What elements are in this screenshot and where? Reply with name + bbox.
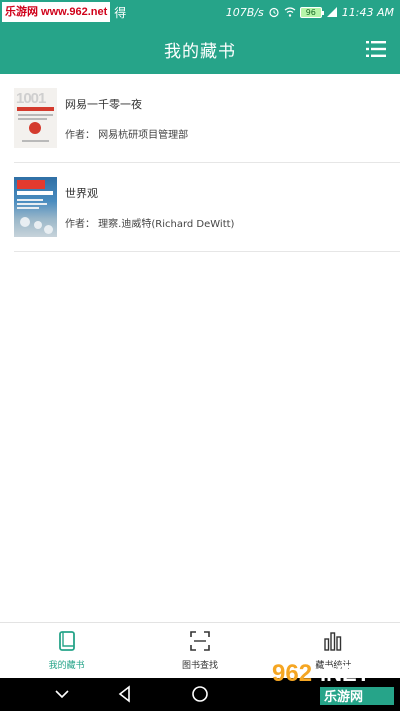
signal-icon xyxy=(326,7,337,17)
cover-band xyxy=(17,107,54,111)
cover-line xyxy=(17,207,39,209)
status-extra-text: 得 xyxy=(114,5,127,20)
book-cover xyxy=(14,177,57,237)
cover-line xyxy=(18,118,47,120)
book-info: 世界观 作者： 理察.迪威特(Richard DeWitt) xyxy=(65,185,234,230)
home-icon[interactable] xyxy=(190,684,210,704)
cover-logo xyxy=(29,122,41,134)
book-list-item[interactable]: 世界观 作者： 理察.迪威特(Richard DeWitt) xyxy=(14,163,400,252)
book-author: 作者： 网易杭研项目管理部 xyxy=(65,129,189,141)
book-author: 作者： 理察.迪威特(Richard DeWitt) xyxy=(65,218,235,230)
cover-line xyxy=(17,199,43,201)
battery-indicator: 96 xyxy=(299,6,324,18)
bottom-nav: 我的藏书 图书查找 藏书统计 xyxy=(0,622,400,678)
status-bar: 乐游网 www.962.net 得 107B/s 96 11:43 AM xyxy=(0,0,400,24)
cover-subtitle-art xyxy=(17,191,53,195)
tab-book-search[interactable]: 图书查找 xyxy=(133,623,266,678)
tab-statistics[interactable]: 藏书统计 xyxy=(267,623,400,678)
book-title: 网易一千零一夜 xyxy=(65,97,142,111)
cover-sphere xyxy=(20,217,30,227)
book-title: 世界观 xyxy=(65,186,98,200)
cover-sphere xyxy=(44,225,53,234)
list-menu-icon[interactable] xyxy=(366,40,386,58)
app-header: 我的藏书 xyxy=(0,24,400,74)
status-left: 乐游网 www.962.net 得 xyxy=(0,0,126,24)
tab-label: 藏书统计 xyxy=(315,661,352,671)
site-watermark: 乐游网 www.962.net xyxy=(2,2,111,22)
scan-icon xyxy=(190,631,210,651)
tab-my-books[interactable]: 我的藏书 xyxy=(0,623,133,678)
book-info: 网易一千零一夜 作者： 网易杭研项目管理部 xyxy=(65,96,188,141)
cover-title-art xyxy=(17,180,45,189)
tab-label: 我的藏书 xyxy=(48,661,85,671)
cover-line xyxy=(22,140,49,142)
cover-number-art: 1001 xyxy=(16,90,46,107)
tab-label: 图书查找 xyxy=(181,661,218,671)
bar-chart-icon xyxy=(324,632,342,651)
status-right: 107B/s 96 11:43 AM xyxy=(226,6,394,19)
page-title: 我的藏书 xyxy=(164,41,236,62)
book-icon xyxy=(58,631,75,651)
alarm-icon xyxy=(269,7,279,18)
cover-line xyxy=(18,114,53,116)
system-nav-bar xyxy=(0,678,400,711)
wifi-icon xyxy=(284,7,296,17)
collapse-icon[interactable] xyxy=(52,684,72,704)
clock: 11:43 AM xyxy=(341,5,394,19)
network-speed: 107B/s xyxy=(225,5,264,19)
book-list: 1001 网易一千零一夜 作者： 网易杭研项目管理部 世界观 作者： 理察.迪威… xyxy=(0,74,400,252)
back-icon[interactable] xyxy=(115,684,135,704)
cover-line xyxy=(17,203,47,205)
book-list-item[interactable]: 1001 网易一千零一夜 作者： 网易杭研项目管理部 xyxy=(14,74,400,163)
cover-sphere xyxy=(34,221,42,229)
book-cover: 1001 xyxy=(14,88,57,148)
